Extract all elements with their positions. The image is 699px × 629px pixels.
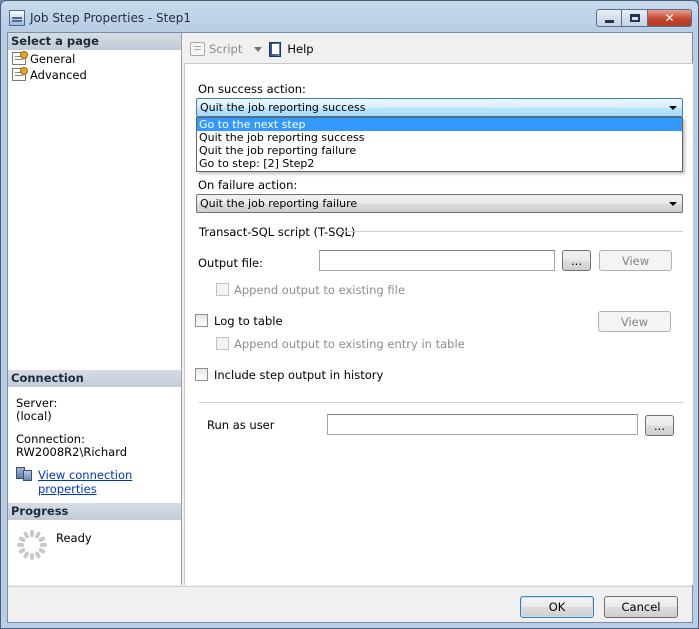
- on-failure-value: Quit the job reporting failure: [200, 197, 358, 210]
- log-to-table-view-button[interactable]: View: [598, 311, 671, 332]
- window-controls: ✕: [596, 9, 692, 29]
- help-icon: [268, 41, 283, 57]
- page-item-advanced[interactable]: Advanced: [12, 67, 87, 82]
- tsql-group-label: Transact-SQL script (T-SQL): [199, 225, 356, 239]
- output-file-browse-button[interactable]: ...: [562, 250, 591, 271]
- app-icon: [9, 10, 25, 26]
- on-success-value: Quit the job reporting success: [200, 101, 366, 114]
- help-label: Help: [287, 42, 314, 56]
- dropdown-option[interactable]: Go to step: [2] Step2: [197, 157, 682, 170]
- minimize-icon: [604, 19, 614, 23]
- on-success-dropdown-list: Go to the next step Quit the job reporti…: [196, 117, 683, 172]
- job-step-properties-window: Job Step Properties - Step1 ✕ Select a p…: [0, 0, 699, 629]
- toolbar: Script Help: [190, 39, 324, 59]
- script-icon: [190, 42, 205, 56]
- script-dropdown-arrow-icon[interactable]: [254, 46, 263, 52]
- on-success-combo[interactable]: Quit the job reporting success: [196, 98, 683, 117]
- script-label: Script: [209, 42, 243, 56]
- chevron-down-icon: [669, 202, 677, 206]
- tsql-group-divider: [339, 231, 683, 232]
- run-as-user-input[interactable]: [327, 414, 638, 435]
- maximize-icon: [629, 14, 640, 22]
- title-bar[interactable]: Job Step Properties - Step1 ✕: [1, 1, 698, 33]
- window-title: Job Step Properties - Step1: [30, 11, 192, 25]
- minimize-button[interactable]: [596, 9, 622, 27]
- page-icon: [12, 67, 28, 81]
- run-as-label: Run as user: [207, 418, 275, 432]
- left-pane: Select a page General Advanced Connectio…: [8, 33, 182, 585]
- run-as-browse-button[interactable]: ...: [645, 415, 674, 436]
- progress-spinner-icon: [17, 530, 47, 560]
- on-failure-label: On failure action:: [198, 178, 298, 192]
- view-connection-properties-link[interactable]: View connection properties: [38, 468, 181, 496]
- close-icon: ✕: [664, 11, 675, 25]
- on-failure-combo[interactable]: Quit the job reporting failure: [196, 194, 683, 213]
- run-as-divider: [199, 402, 683, 403]
- ok-button[interactable]: OK: [520, 596, 594, 618]
- append-entry-checkbox[interactable]: [216, 337, 229, 350]
- dialog-client-area: Select a page General Advanced Connectio…: [7, 32, 693, 623]
- dropdown-option[interactable]: Go to the next step: [197, 118, 682, 131]
- connection-label: Connection:: [16, 432, 85, 446]
- output-file-label: Output file:: [198, 256, 263, 270]
- script-button[interactable]: Script: [190, 42, 242, 56]
- include-history-checkbox[interactable]: [195, 368, 208, 381]
- connection-header: Connection: [8, 370, 181, 387]
- page-item-label: General: [30, 51, 76, 66]
- connection-properties-icon: [16, 467, 33, 481]
- server-value: (local): [16, 409, 52, 423]
- on-success-label: On success action:: [198, 82, 306, 96]
- chevron-down-icon: [669, 106, 677, 110]
- progress-status: Ready: [56, 531, 92, 545]
- dropdown-option[interactable]: Quit the job reporting success: [197, 131, 682, 144]
- maximize-button[interactable]: [622, 9, 648, 27]
- append-output-checkbox[interactable]: [216, 283, 229, 296]
- include-history-label: Include step output in history: [214, 368, 384, 382]
- dropdown-option[interactable]: Quit the job reporting failure: [197, 144, 682, 157]
- append-entry-label: Append output to existing entry in table: [234, 337, 465, 351]
- log-to-table-checkbox[interactable]: [195, 314, 208, 327]
- connection-value: RW2008R2\Richard: [16, 445, 128, 459]
- log-to-table-label: Log to table: [214, 314, 283, 328]
- page-item-general[interactable]: General: [12, 51, 75, 66]
- help-button[interactable]: Help: [268, 41, 314, 57]
- page-icon: [12, 51, 28, 65]
- dialog-footer: OK Cancel: [8, 586, 692, 622]
- server-label: Server:: [16, 396, 58, 410]
- progress-header: Progress: [8, 503, 181, 520]
- append-output-label: Append output to existing file: [234, 283, 405, 297]
- output-file-input[interactable]: [319, 250, 555, 271]
- output-file-view-button[interactable]: View: [599, 250, 672, 271]
- page-item-label: Advanced: [30, 67, 87, 82]
- select-page-header: Select a page: [8, 33, 181, 50]
- close-button[interactable]: ✕: [648, 9, 692, 27]
- cancel-button[interactable]: Cancel: [604, 596, 678, 618]
